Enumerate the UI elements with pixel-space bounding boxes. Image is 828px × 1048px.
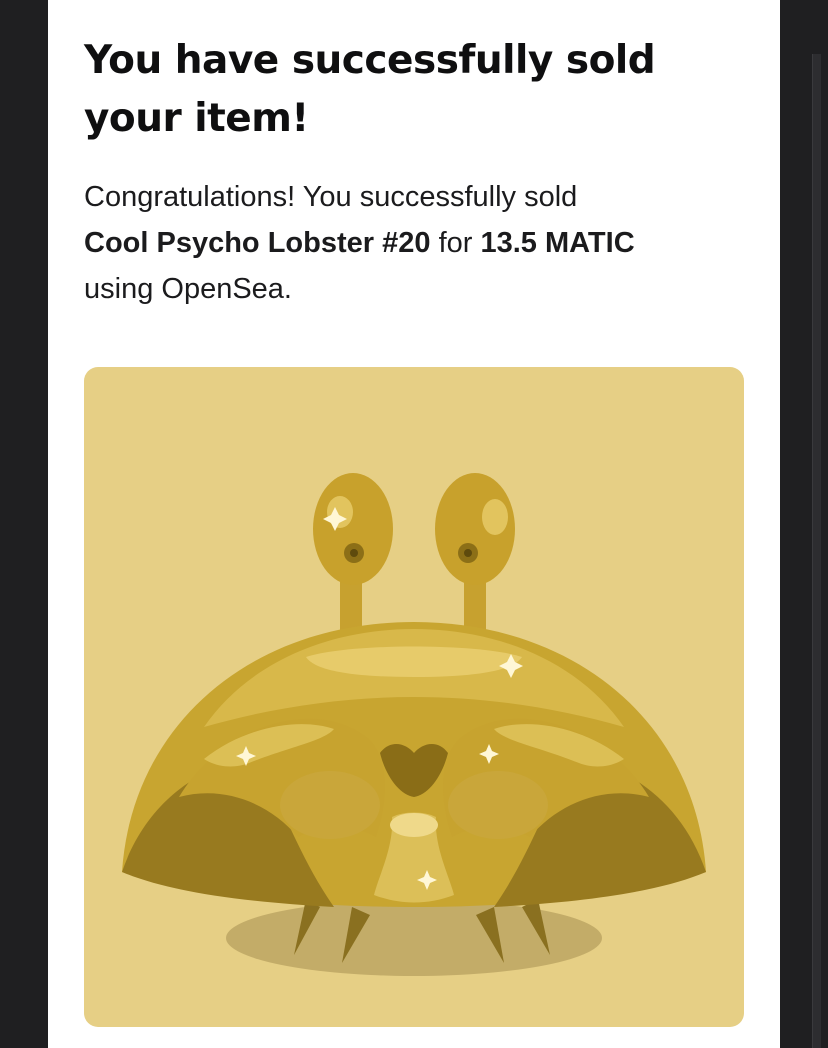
page-title: You have successfully sold your item! <box>84 38 656 141</box>
congrats-text: Congratulations! You successfully sold <box>84 181 578 213</box>
nft-artwork[interactable] <box>84 367 744 1027</box>
platform-text: using OpenSea. <box>84 273 292 305</box>
gold-crab-nft-icon <box>122 473 706 976</box>
sale-price: 13.5 MATIC <box>480 227 635 259</box>
for-text: for <box>438 227 473 259</box>
item-name: Cool Psycho Lobster #20 <box>84 227 431 259</box>
scrollbar-thumb[interactable] <box>812 54 821 1048</box>
sale-message: Congratulations! You successfully sold Co… <box>84 174 734 312</box>
app-viewport: You have successfully sold your item! Co… <box>0 0 828 1048</box>
